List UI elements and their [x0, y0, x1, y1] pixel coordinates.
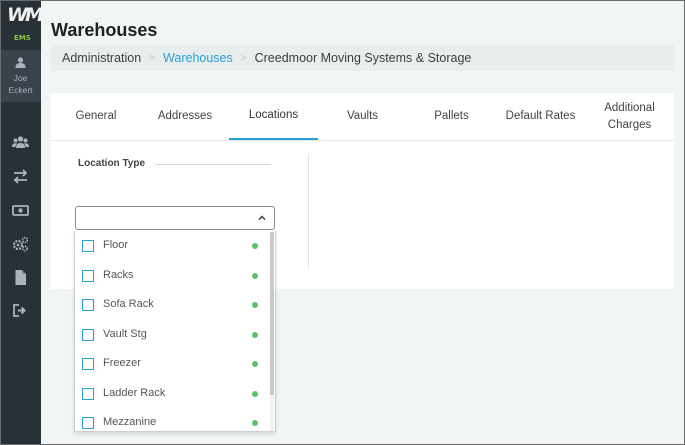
location-type-dropdown: Floor Racks Sofa Rack Vault Stg Freezer … [74, 231, 276, 432]
scrollbar-thumb[interactable] [270, 232, 274, 395]
sidebar: WM EMS Joe Eckert [0, 0, 44, 445]
option-label: Sofa Rack [103, 298, 154, 310]
active-status-dot [252, 302, 258, 308]
active-status-dot [252, 332, 258, 338]
tab-bar: General Addresses Locations Vaults Palle… [51, 93, 674, 141]
settings-icon[interactable] [12, 236, 29, 253]
option-label: Mezzanine [103, 416, 157, 428]
section-divider [155, 164, 271, 165]
user-icon [15, 57, 26, 68]
breadcrumb: Administration > Warehouses > Creedmoor … [51, 45, 674, 71]
active-status-dot [252, 243, 258, 249]
breadcrumb-current: Creedmoor Moving Systems & Storage [254, 51, 472, 65]
active-status-dot [252, 361, 258, 367]
option-mezzanine[interactable]: Mezzanine [75, 408, 271, 431]
tab-addresses[interactable]: Addresses [141, 93, 229, 140]
tab-general[interactable]: General [51, 93, 141, 140]
tab-vaults[interactable]: Vaults [318, 93, 407, 140]
checkbox[interactable] [82, 417, 94, 429]
option-label: Racks [103, 269, 134, 281]
tab-pallets[interactable]: Pallets [407, 93, 496, 140]
option-label: Ladder Rack [103, 387, 166, 399]
active-status-dot [252, 273, 258, 279]
user-first-name: Joe [13, 73, 28, 83]
page-title: Warehouses [51, 20, 158, 40]
option-racks[interactable]: Racks [75, 261, 271, 290]
document-icon[interactable] [12, 269, 29, 286]
checkbox[interactable] [82, 270, 94, 282]
money-icon[interactable] [12, 202, 29, 219]
option-label: Freezer [103, 357, 141, 369]
app-logo[interactable]: WM EMS [6, 4, 44, 44]
location-type-label: Location Type [78, 158, 146, 169]
column-divider [308, 154, 309, 269]
checkbox[interactable] [82, 299, 94, 311]
logo-text: WM [7, 4, 44, 26]
chevron-right-icon: > [240, 52, 247, 64]
checkbox[interactable] [82, 358, 94, 370]
checkbox[interactable] [82, 329, 94, 341]
logout-icon[interactable] [12, 302, 29, 319]
option-sofa-rack[interactable]: Sofa Rack [75, 290, 271, 319]
users-icon[interactable] [12, 134, 29, 151]
chevron-right-icon: > [149, 52, 156, 64]
tab-default-rates[interactable]: Default Rates [496, 93, 585, 140]
active-status-dot [252, 391, 258, 397]
location-type-select[interactable] [75, 206, 275, 230]
tab-locations[interactable]: Locations [229, 93, 318, 140]
checkbox[interactable] [82, 388, 94, 400]
option-label: Vault Stg [103, 328, 147, 340]
breadcrumb-root: Administration [62, 51, 142, 65]
active-status-dot [252, 420, 258, 426]
tab-additional-charges[interactable]: Additional Charges [585, 93, 674, 140]
dropdown-scrollbar[interactable] [270, 231, 274, 431]
breadcrumb-warehouses-link[interactable]: Warehouses [163, 51, 233, 65]
logo-sub: EMS [14, 34, 31, 42]
option-floor[interactable]: Floor [75, 231, 271, 260]
transfer-icon[interactable] [12, 168, 29, 185]
option-label: Floor [103, 239, 129, 251]
option-freezer[interactable]: Freezer [75, 349, 271, 378]
option-ladder-rack[interactable]: Ladder Rack [75, 379, 271, 408]
user-profile[interactable]: Joe Eckert [0, 50, 41, 102]
option-vault-stg[interactable]: Vault Stg [75, 320, 271, 349]
chevron-up-icon [258, 215, 266, 220]
user-last-name: Eckert [8, 85, 33, 95]
checkbox[interactable] [82, 240, 94, 252]
